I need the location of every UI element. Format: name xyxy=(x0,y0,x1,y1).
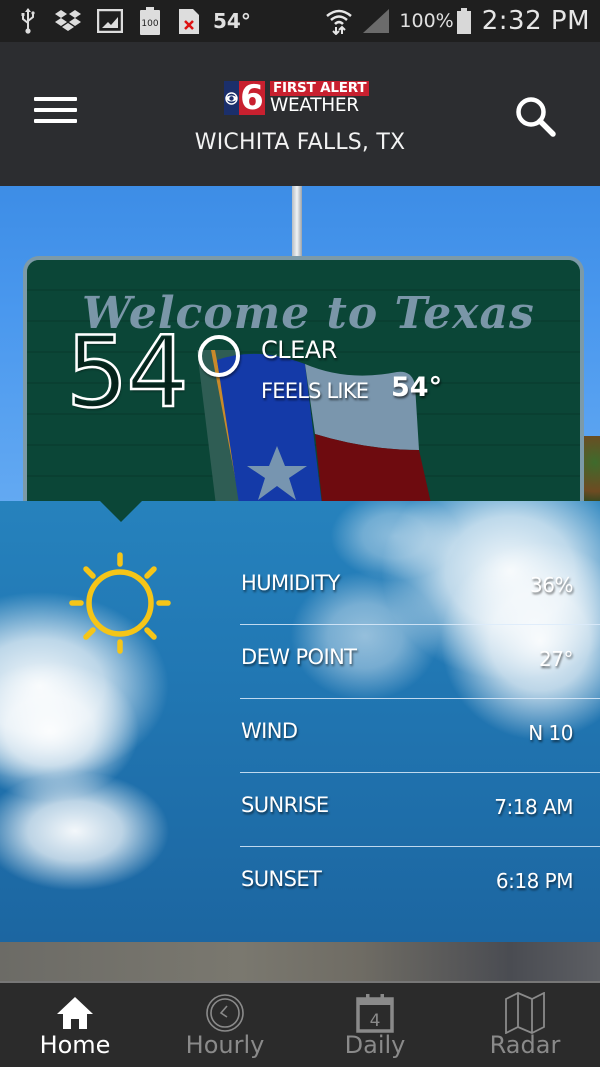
detail-value: N 10 xyxy=(528,721,573,745)
detail-value: 27° xyxy=(539,647,573,671)
battery-100-notification-icon: 100 xyxy=(139,0,161,42)
usb-icon xyxy=(17,0,39,42)
search-icon xyxy=(516,97,556,137)
detail-label: SUNSET xyxy=(241,867,322,891)
detail-label: HUMIDITY xyxy=(241,571,340,595)
cbs-eye-icon xyxy=(224,81,239,115)
detail-row-dew-point: DEW POINT 27° xyxy=(240,625,600,699)
feels-like-value: 54° xyxy=(391,372,443,403)
calendar-day-badge: 4 xyxy=(370,1011,381,1031)
next-card-peek[interactable] xyxy=(0,942,600,983)
location-name[interactable]: WICHITA FALLS, TX xyxy=(0,130,600,155)
app-header: 6 FIRST ALERT WEATHER WICHITA FALLS, TX xyxy=(0,42,600,186)
feels-like-label: FEELS LIKE xyxy=(261,379,369,403)
current-condition: CLEAR xyxy=(261,336,337,364)
detail-value: 7:18 AM xyxy=(494,795,573,819)
battery-icon xyxy=(456,0,472,42)
nav-label: Hourly xyxy=(185,1031,265,1059)
detail-value: 6:18 PM xyxy=(495,869,574,893)
logo-first-alert: FIRST ALERT xyxy=(270,81,370,96)
wifi-icon xyxy=(324,0,354,42)
nav-label: Home xyxy=(39,1031,111,1059)
current-temperature: 54 xyxy=(65,316,190,430)
hamburger-icon-bar xyxy=(34,108,77,112)
details-list: HUMIDITY 36% DEW POINT 27° WIND N 10 SUN… xyxy=(240,551,600,921)
current-conditions-hero: Welcome to Texas 54 CLEAR FEELS LIKE 54° xyxy=(0,186,600,502)
svg-text:100: 100 xyxy=(141,19,158,29)
detail-row-wind: WIND N 10 xyxy=(240,699,600,773)
clock-icon xyxy=(203,993,247,1033)
nav-tab-daily[interactable]: 4 Daily xyxy=(300,983,450,1067)
home-icon xyxy=(53,993,97,1033)
app-logo: 6 FIRST ALERT WEATHER xyxy=(224,78,370,118)
background-trees xyxy=(583,436,600,502)
clock: 2:32 PM xyxy=(481,6,590,36)
signal-icon xyxy=(362,0,390,42)
nav-label: Daily xyxy=(344,1031,406,1059)
map-icon xyxy=(503,992,547,1034)
panel-pointer xyxy=(100,501,142,522)
nav-tab-radar[interactable]: Radar xyxy=(450,983,600,1067)
sign-pole xyxy=(292,186,302,258)
bottom-navigation: Home Hourly 4 Daily Radar xyxy=(0,983,600,1067)
detail-row-humidity: HUMIDITY 36% xyxy=(240,551,600,625)
menu-button[interactable] xyxy=(34,97,77,129)
detail-value: 36% xyxy=(530,573,573,597)
temperature-widget: 54° xyxy=(213,9,251,33)
image-icon xyxy=(97,0,123,42)
detail-label: SUNRISE xyxy=(241,793,329,817)
detail-label: WIND xyxy=(241,719,298,743)
cloud-image xyxy=(0,771,170,891)
search-button[interactable] xyxy=(513,94,559,140)
degree-symbol xyxy=(198,335,240,377)
hamburger-icon-bar xyxy=(34,119,77,123)
logo-weather: WEATHER xyxy=(270,95,359,116)
hamburger-icon-bar xyxy=(34,97,77,101)
nav-tab-home[interactable]: Home xyxy=(0,983,150,1067)
calendar-icon: 4 xyxy=(353,993,397,1033)
nav-tab-hourly[interactable]: Hourly xyxy=(150,983,300,1067)
detail-row-sunset: SUNSET 6:18 PM xyxy=(240,847,600,921)
status-bar: 100 54° 100% 2:32 PM xyxy=(0,0,600,42)
dropbox-icon xyxy=(53,0,83,42)
sd-card-error-icon xyxy=(178,0,200,42)
detail-row-sunrise: SUNRISE 7:18 AM xyxy=(240,773,600,847)
detail-label: DEW POINT xyxy=(241,645,357,669)
nav-label: Radar xyxy=(489,1031,561,1059)
sun-icon xyxy=(69,552,171,654)
logo-channel-number: 6 xyxy=(239,78,265,118)
battery-percent: 100% xyxy=(399,10,454,32)
